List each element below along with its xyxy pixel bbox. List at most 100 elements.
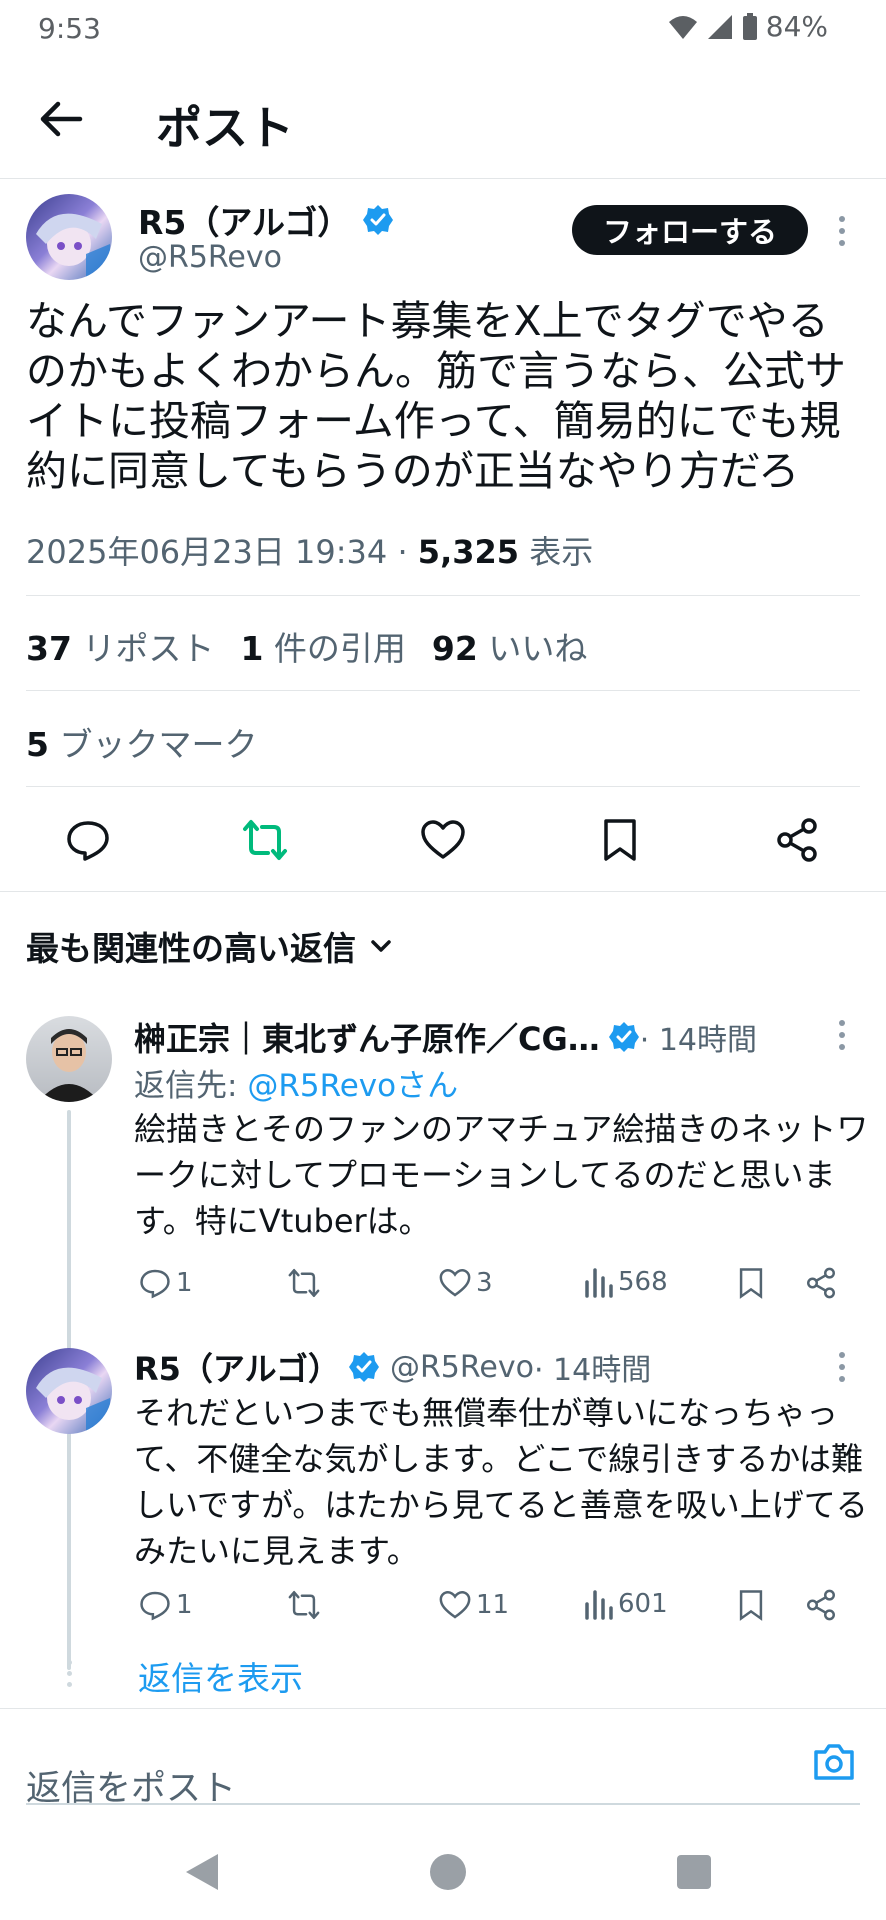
avatar-art-icon bbox=[36, 1367, 110, 1434]
engagement-stats: 37 リポスト 1 件の引用 92 いいね bbox=[26, 622, 587, 670]
actions-divider bbox=[0, 891, 886, 892]
like-button[interactable]: 3 bbox=[438, 1266, 493, 1300]
nav-recents-icon[interactable] bbox=[676, 1854, 712, 1890]
bookmark-icon[interactable] bbox=[596, 816, 644, 864]
reply-header: 榊正宗｜東北ずん子原作／CG… · 14時間 bbox=[134, 1014, 757, 1060]
reply-more-options-icon[interactable] bbox=[839, 1020, 845, 1050]
like-count: 11 bbox=[476, 1590, 510, 1620]
reply-count: 1 bbox=[176, 1590, 193, 1620]
battery-icon bbox=[742, 12, 757, 40]
quotes-stat[interactable]: 1 件の引用 bbox=[240, 622, 405, 670]
reply-sort-label: 最も関連性の高い返信 bbox=[26, 929, 356, 968]
repost-icon bbox=[288, 1591, 320, 1619]
share-icon[interactable] bbox=[804, 1266, 838, 1300]
reply-handle[interactable]: @R5Revo bbox=[390, 1350, 534, 1385]
reply-sort-dropdown[interactable]: 最も関連性の高い返信 bbox=[26, 922, 396, 970]
repost-icon bbox=[288, 1269, 320, 1297]
reply-header: R5（アルゴ） @R5Revo · 14時間 bbox=[134, 1344, 651, 1390]
header-divider bbox=[0, 178, 886, 179]
likes-label: いいね bbox=[477, 629, 588, 668]
reply-avatar[interactable] bbox=[26, 1016, 112, 1102]
reply-more-options-icon[interactable] bbox=[839, 1352, 845, 1382]
show-replies-link[interactable]: 返信を表示 bbox=[138, 1652, 303, 1700]
reply-icon[interactable] bbox=[64, 816, 112, 864]
views-count: 601 bbox=[618, 1589, 668, 1619]
verified-badge-icon bbox=[348, 1352, 379, 1382]
quotes-count: 1 bbox=[240, 629, 264, 668]
reply-count: 1 bbox=[176, 1268, 193, 1298]
reposts-label: リポスト bbox=[71, 629, 215, 668]
reply-author-name[interactable]: 榊正宗｜東北ずん子原作／CG… bbox=[134, 1014, 600, 1060]
compose-top-divider bbox=[0, 1708, 886, 1709]
views-count: 568 bbox=[618, 1267, 668, 1297]
wifi-icon bbox=[668, 15, 697, 39]
reposts-stat[interactable]: 37 リポスト bbox=[26, 622, 214, 670]
repost-button[interactable] bbox=[286, 1588, 322, 1622]
nav-home-icon[interactable] bbox=[428, 1852, 468, 1892]
thread-continuation-dots bbox=[66, 1660, 72, 1687]
reply-count-button[interactable]: 1 bbox=[138, 1588, 193, 1622]
bookmark-icon[interactable] bbox=[734, 1588, 768, 1622]
author-handle[interactable]: @R5Revo bbox=[138, 240, 282, 275]
stats-divider bbox=[26, 690, 860, 691]
repost-button[interactable] bbox=[286, 1266, 322, 1300]
bookmarks-stat[interactable]: 5 ブックマーク bbox=[26, 718, 257, 766]
status-icons: 84% bbox=[668, 10, 828, 43]
reply-icon bbox=[140, 1591, 170, 1621]
reply-time: · 14時間 bbox=[639, 1023, 758, 1058]
share-icon[interactable] bbox=[804, 1588, 838, 1622]
reply-icon bbox=[140, 1269, 170, 1299]
analytics-bars-icon bbox=[585, 1590, 613, 1620]
follow-button[interactable]: フォローする bbox=[572, 205, 808, 255]
avatar-photo-icon bbox=[38, 1029, 100, 1102]
repost-icon[interactable] bbox=[241, 816, 289, 864]
quotes-label: 件の引用 bbox=[263, 629, 406, 668]
compose-underline bbox=[26, 1803, 860, 1805]
bookmarks-count: 5 bbox=[26, 725, 49, 764]
views-count: 5,325 bbox=[417, 533, 520, 571]
status-time: 9:53 bbox=[38, 12, 101, 45]
reply-to-handle[interactable]: @R5Revoさん bbox=[247, 1068, 458, 1104]
like-count: 3 bbox=[476, 1268, 493, 1298]
post-meta: 2025年06月23日 19:34 · 5,325 表示 bbox=[26, 527, 593, 573]
bookmarks-label: ブックマーク bbox=[48, 725, 258, 764]
bookmarks-divider bbox=[26, 786, 860, 787]
verified-badge-icon bbox=[608, 1022, 639, 1052]
likes-stat[interactable]: 92 いいね bbox=[432, 622, 587, 670]
views-button[interactable]: 568 bbox=[584, 1266, 668, 1298]
analytics-bars-icon bbox=[585, 1268, 613, 1298]
author-name-row: R5（アルゴ） bbox=[138, 196, 394, 244]
bookmark-icon[interactable] bbox=[734, 1266, 768, 1300]
nav-back-icon[interactable] bbox=[184, 1852, 222, 1892]
signal-icon bbox=[707, 14, 732, 39]
reply-time: · 14時間 bbox=[533, 1353, 652, 1388]
page-title: ポスト bbox=[156, 101, 294, 155]
reply-count-button[interactable]: 1 bbox=[138, 1266, 193, 1300]
views-button[interactable]: 601 bbox=[584, 1588, 668, 1620]
heart-icon bbox=[439, 1591, 471, 1619]
post-text: なんでファンアート募集をX上でタグでやるのかもよくわからん。筋で言うなら、公式サ… bbox=[26, 297, 846, 495]
author-name[interactable]: R5（アルゴ） bbox=[138, 196, 350, 244]
heart-icon bbox=[439, 1269, 471, 1297]
reply-text: 絵描きとそのファンのアマチュア絵描きのネットワークに対してプロモーションしてるの… bbox=[134, 1110, 869, 1240]
likes-count: 92 bbox=[431, 629, 478, 668]
chevron-down-icon bbox=[371, 940, 391, 952]
meta-divider bbox=[26, 595, 860, 596]
post-datetime: 2025年06月23日 19:34 · bbox=[26, 533, 418, 571]
battery-percent: 84% bbox=[765, 10, 828, 43]
reply-author-name[interactable]: R5（アルゴ） bbox=[134, 1344, 340, 1390]
views-label: 表示 bbox=[519, 533, 594, 571]
more-options-icon[interactable] bbox=[839, 216, 845, 246]
like-heart-icon[interactable] bbox=[419, 816, 467, 864]
reply-to-label: 返信先: bbox=[134, 1068, 248, 1104]
verified-badge-icon bbox=[363, 205, 394, 235]
reply-to: 返信先: @R5Revoさん bbox=[134, 1060, 458, 1105]
camera-icon[interactable] bbox=[812, 1742, 856, 1782]
share-icon[interactable] bbox=[773, 816, 821, 864]
author-avatar[interactable] bbox=[26, 194, 112, 280]
back-arrow-icon[interactable] bbox=[38, 96, 84, 142]
avatar-art-icon bbox=[36, 213, 110, 280]
reply-avatar[interactable] bbox=[26, 1348, 112, 1434]
like-button[interactable]: 11 bbox=[438, 1588, 509, 1622]
reposts-count: 37 bbox=[26, 629, 72, 668]
